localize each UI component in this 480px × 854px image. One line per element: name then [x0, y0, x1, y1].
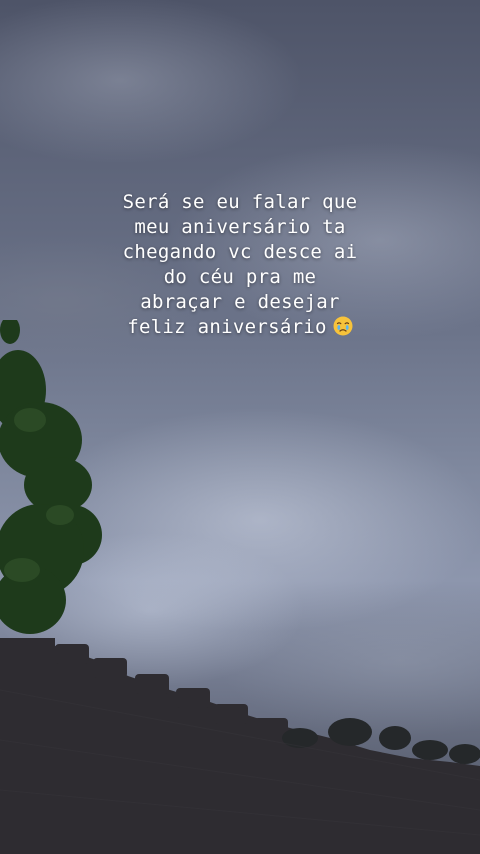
brick-wall-silhouette [0, 638, 480, 854]
story-view: Será se eu falar que meu aniversário ta … [0, 0, 480, 854]
caption-line-6: feliz aniversário [127, 316, 327, 338]
tree-silhouette [0, 320, 102, 634]
caption-line-1: Será se eu falar que [122, 191, 358, 213]
tearful-face-emoji-icon [333, 316, 353, 335]
caption-line-4: do céu pra me [163, 266, 317, 288]
caption-line-5: abraçar e desejar [140, 291, 340, 313]
caption-line-3: chegando vc desce ai [122, 241, 358, 263]
caption-line-6-wrapper: feliz aniversário [40, 315, 440, 340]
story-caption: Será se eu falar que meu aniversário ta … [40, 190, 440, 340]
caption-line-2: meu aniversário ta [134, 216, 346, 238]
